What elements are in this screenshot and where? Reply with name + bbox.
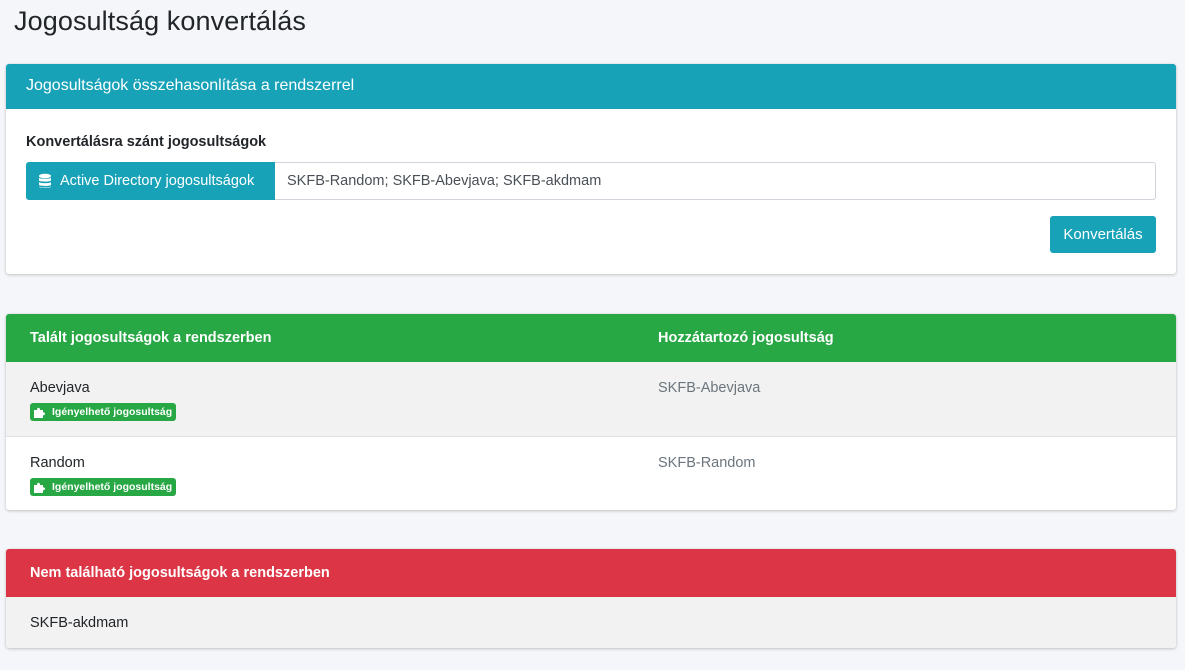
- ad-permissions-label: Active Directory jogosultságok: [60, 173, 255, 189]
- requestable-badge-label: Igényelhető jogosultság: [52, 406, 173, 418]
- compare-card-header: Jogosultságok összehasonlítása a rendsze…: [6, 64, 1176, 109]
- missing-column-header: Nem található jogosultságok a rendszerbe…: [30, 565, 330, 581]
- mapped-column-header: Hozzátartozó jogosultság: [658, 330, 834, 346]
- mapped-permission-cell: SKFB-Abevjava: [658, 380, 761, 396]
- found-permission-name: Abevjava: [30, 380, 90, 396]
- puzzle-icon: [34, 406, 46, 418]
- table-row: SKFB-akdmam: [6, 597, 1176, 648]
- found-column-header: Talált jogosultságok a rendszerben: [30, 330, 272, 346]
- ad-permissions-prepend: Active Directory jogosultságok: [26, 162, 275, 200]
- missing-permissions-card: Nem található jogosultságok a rendszerbe…: [6, 549, 1176, 648]
- found-permission-name: Random: [30, 455, 85, 471]
- page-title: Jogosultság konvertálás: [14, 6, 306, 36]
- requestable-badge: Igényelhető jogosultság: [30, 403, 177, 421]
- permissions-input[interactable]: [275, 162, 1156, 200]
- requestable-badge-label: Igényelhető jogosultság: [52, 481, 173, 493]
- found-permission-cell: Abevjava Igényelhető jogosultság: [6, 362, 658, 436]
- table-row: Random Igényelhető jogosultság SKFB-Rand…: [6, 436, 1176, 509]
- puzzle-icon: [34, 481, 46, 493]
- found-table-header: Talált jogosultságok a rendszerben Hozzá…: [6, 314, 1176, 362]
- database-icon: [38, 173, 52, 189]
- permissions-field-label: Konvertálásra szánt jogosultságok: [26, 134, 267, 150]
- compare-card: Jogosultságok összehasonlítása a rendsze…: [6, 64, 1176, 274]
- missing-table-header: Nem található jogosultságok a rendszerbe…: [6, 549, 1176, 597]
- found-permissions-card: Talált jogosultságok a rendszerben Hozzá…: [6, 314, 1176, 510]
- mapped-permission-cell: SKFB-Random: [658, 455, 756, 471]
- permissions-input-group: Active Directory jogosultságok: [26, 162, 1156, 200]
- found-permission-cell: Random Igényelhető jogosultság: [6, 437, 658, 509]
- requestable-badge: Igényelhető jogosultság: [30, 478, 177, 496]
- table-row: Abevjava Igényelhető jogosultság SKFB-Ab…: [6, 362, 1176, 436]
- convert-button[interactable]: Konvertálás: [1050, 216, 1156, 253]
